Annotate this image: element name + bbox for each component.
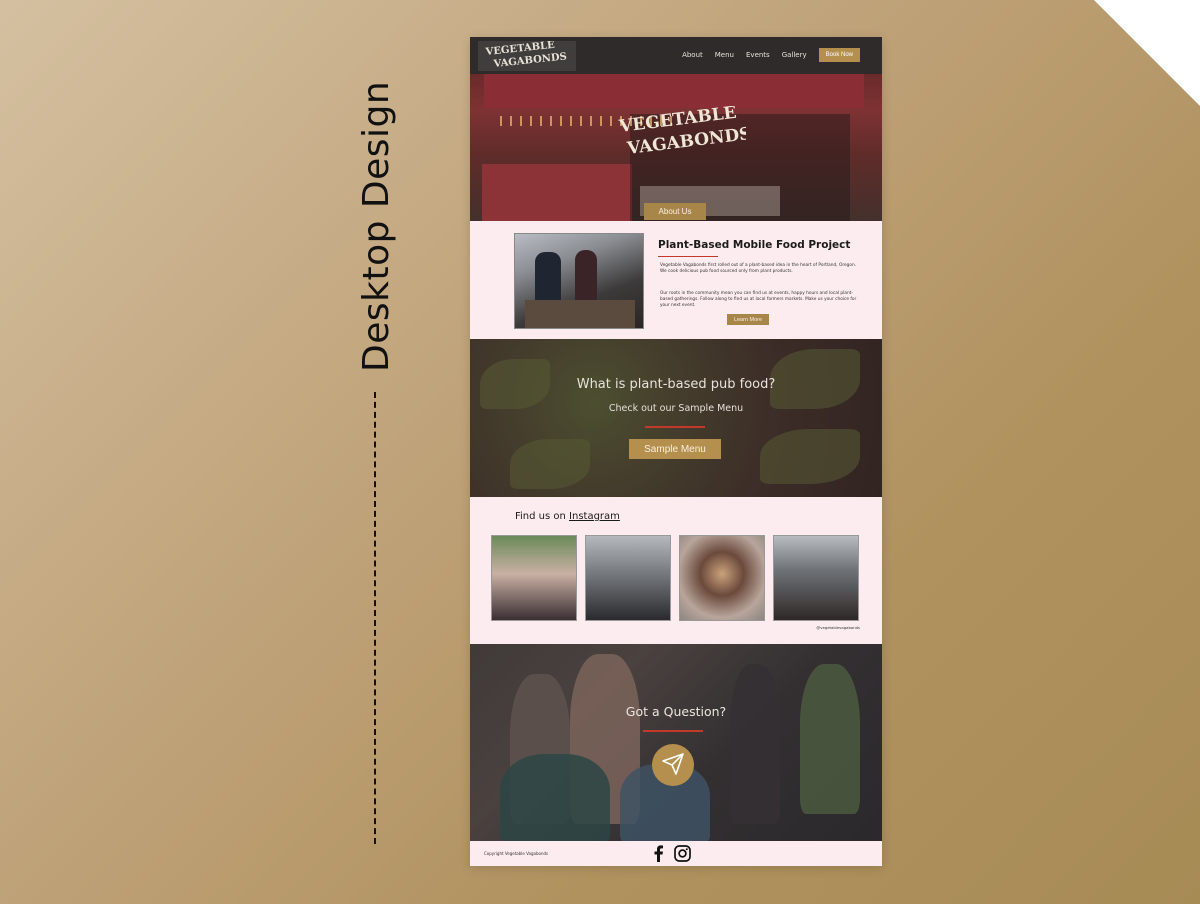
about-section: Plant-Based Mobile Food Project Vegetabl… [470,221,882,339]
instagram-icon[interactable] [674,845,691,866]
about-paragraph: Our roots in the community mean you can … [660,291,857,308]
instagram-photo[interactable] [679,535,765,621]
corner-triangle [1094,0,1200,106]
about-title: Plant-Based Mobile Food Project [658,239,851,251]
social-links [652,845,691,866]
desktop-mockup: VEGETABLE VAGABONDS About Menu Events Ga… [470,37,882,866]
copyright-text: Copyright Vegetable Vagabonds [484,851,549,856]
nav-bar: VEGETABLE VAGABONDS About Menu Events Ga… [470,37,882,74]
side-label: Desktop Design [356,80,397,372]
chefs-photo [514,233,644,329]
instagram-link[interactable]: Instagram [569,511,620,522]
menu-divider [645,426,705,428]
about-paragraph: Vegetable Vagabonds first rolled out of … [660,263,857,274]
nav-link-gallery[interactable]: Gallery [782,51,807,59]
learn-more-button[interactable]: Learn More [727,314,769,325]
instagram-photo[interactable] [491,535,577,621]
instagram-heading: Find us on Instagram [515,511,620,522]
instagram-prefix: Find us on [515,511,570,522]
hero-logo: VEGETABLE VAGABONDS [616,103,752,170]
instagram-photo[interactable] [773,535,859,621]
menu-overlay [470,339,882,497]
send-button[interactable] [652,744,694,786]
hero-cart [482,164,632,221]
instagram-section: Find us on Instagram @vegetablevagabonds [470,497,882,644]
footer: Copyright Vegetable Vagabonds [470,841,882,866]
facebook-icon[interactable] [652,845,664,866]
grill [525,300,635,328]
menu-question: What is plant-based pub food? [576,377,776,392]
about-us-button[interactable]: About Us [644,203,706,220]
contact-divider [643,730,703,732]
nav-link-about[interactable]: About [682,51,703,59]
hero-awning [484,74,864,108]
hero-section: VEGETABLE VAGABONDS About Us [470,74,882,221]
send-icon [661,752,685,779]
contact-overlay [470,644,882,841]
nav-links: About Menu Events Gallery Book Now [682,48,860,62]
instagram-gallery [491,535,859,621]
about-divider [658,256,718,257]
nav-link-menu[interactable]: Menu [715,51,734,59]
dashed-divider [374,392,376,844]
sample-menu-button[interactable]: Sample Menu [629,439,721,459]
instagram-handle[interactable]: @vegetablevagabonds [816,625,860,630]
instagram-photo[interactable] [585,535,671,621]
menu-subtitle: Check out our Sample Menu [608,403,744,414]
logo[interactable]: VEGETABLE VAGABONDS [478,41,576,71]
contact-section: Got a Question? [470,644,882,844]
book-now-button[interactable]: Book Now [818,48,860,62]
contact-title: Got a Question? [625,704,727,719]
menu-section: What is plant-based pub food? Check out … [470,339,882,497]
nav-link-events[interactable]: Events [746,51,770,59]
